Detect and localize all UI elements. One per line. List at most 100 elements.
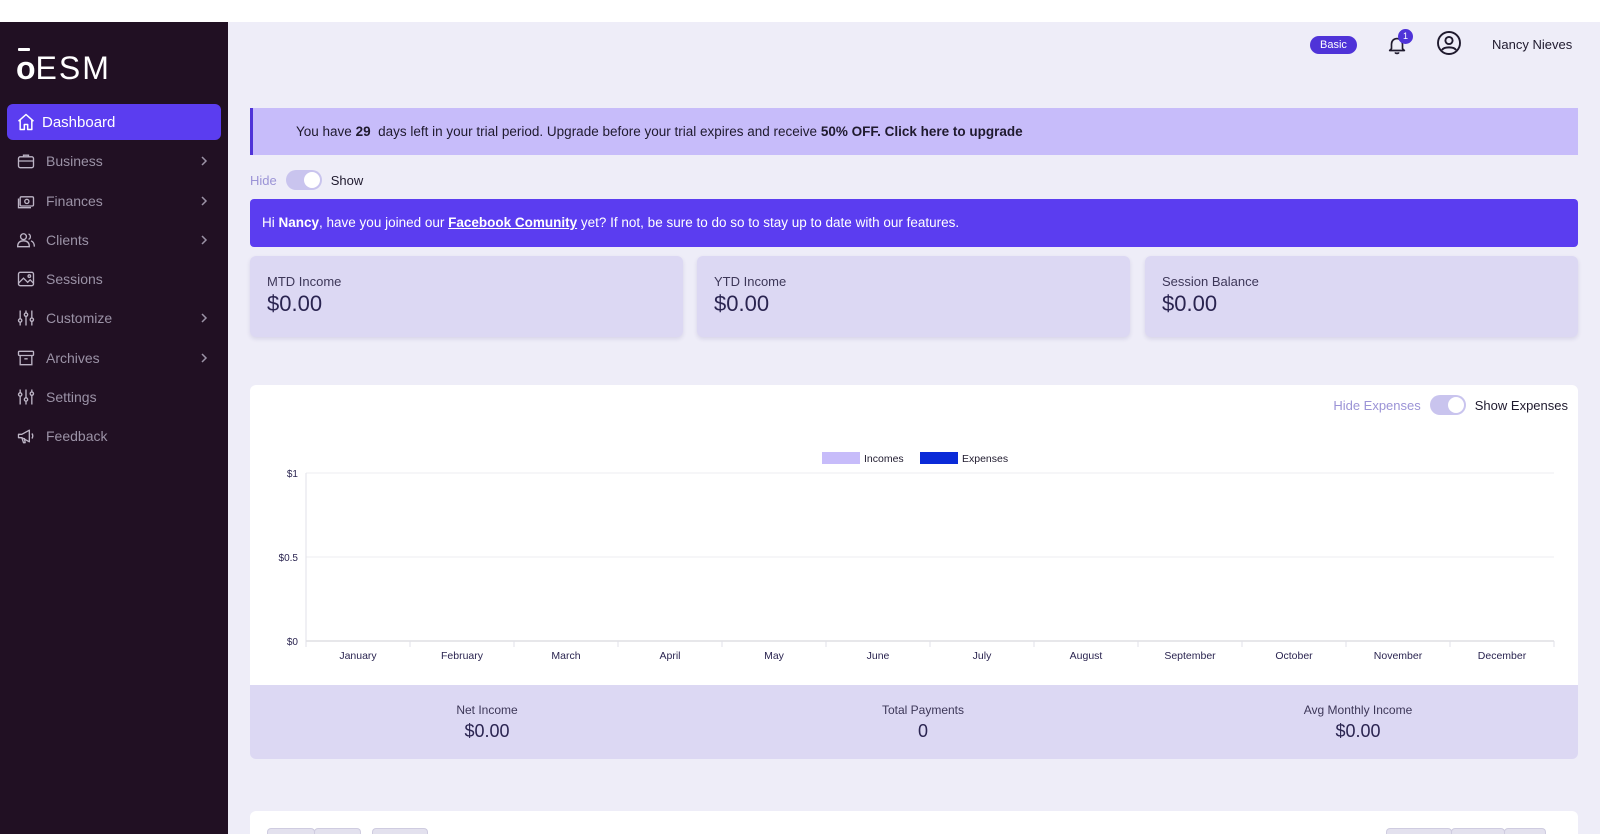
legend-label: Expenses — [962, 453, 1008, 465]
upgrade-link[interactable]: 50% OFF. Click here to upgrade — [821, 124, 1023, 139]
expenses-switch[interactable] — [1429, 395, 1466, 415]
session-balance-card: Session Balance $0.00 — [1145, 256, 1578, 337]
x-tick-label: December — [1478, 650, 1527, 662]
sidebar-item-archives[interactable]: Archives — [7, 340, 221, 376]
banner-visibility-toggle: Hide Show — [250, 170, 363, 190]
home-icon — [16, 112, 36, 132]
sidebar-item-sessions[interactable]: Sessions — [7, 261, 221, 297]
plan-badge: Basic — [1310, 36, 1357, 54]
x-tick-label: May — [764, 650, 785, 662]
sidebar-item-label: Finances — [46, 192, 103, 209]
y-tick-label: $0 — [287, 637, 299, 648]
sidebar-item-settings[interactable]: Settings — [7, 379, 221, 415]
cash-icon — [16, 191, 36, 211]
table-button[interactable] — [372, 828, 428, 834]
show-label: Show — [330, 172, 364, 188]
settings-sliders-icon — [16, 387, 36, 407]
expenses-toggle: Hide Expenses Show Expenses — [1333, 395, 1568, 415]
brand-logo[interactable]: o ESM — [16, 48, 111, 84]
chevron-right-icon — [201, 156, 208, 166]
ytd-income-card: YTD Income $0.00 — [697, 256, 1130, 337]
mtd-income-card: MTD Income $0.00 — [250, 256, 683, 337]
facebook-community-link[interactable]: Facebook Comunity — [448, 215, 577, 230]
x-tick-label: August — [1070, 650, 1103, 662]
card-title: MTD Income — [267, 274, 342, 289]
sidebar-item-label: Dashboard — [42, 113, 116, 131]
top-strip — [0, 0, 1600, 22]
y-tick-label: $1 — [287, 469, 299, 480]
card-title: YTD Income — [714, 274, 787, 289]
logo-text: ESM — [35, 50, 111, 86]
x-tick-label: September — [1164, 650, 1216, 662]
x-tick-label: October — [1275, 650, 1313, 662]
trial-days-left: 29 — [355, 124, 371, 139]
sliders-icon — [16, 308, 36, 328]
summary-value: $0.00 — [1335, 721, 1381, 741]
x-tick-label: June — [867, 650, 890, 662]
sidebar-item-label: Customize — [46, 310, 113, 327]
community-text-2: yet? If not, be sure to do so to stay up… — [577, 215, 960, 230]
table-button[interactable] — [267, 828, 315, 834]
chevron-right-icon — [201, 235, 208, 245]
x-tick-label: July — [973, 650, 992, 662]
y-tick-label: $0.5 — [279, 553, 299, 564]
trial-upgrade-banner[interactable]: You have 29 days left in your trial peri… — [250, 108, 1578, 155]
legend-label: Incomes — [864, 453, 904, 465]
card-value: $0.00 — [714, 291, 770, 316]
income-summary: Net Income $0.00 Total Payments 0 Avg Mo… — [250, 685, 1578, 759]
sidebar-item-feedback[interactable]: Feedback — [7, 418, 221, 454]
sidebar-item-label: Settings — [46, 389, 97, 406]
sidebar: o ESM Dashboard Business Finances Client… — [0, 22, 228, 834]
trial-text-middle: days left in your trial period. Upgrade … — [370, 124, 821, 139]
archive-icon — [16, 348, 36, 368]
sidebar-nav: Dashboard Business Finances Clients Sess… — [7, 104, 221, 458]
table-button[interactable] — [1504, 828, 1546, 834]
chevron-right-icon — [201, 353, 208, 363]
hide-expenses-label: Hide Expenses — [1333, 397, 1421, 413]
show-expenses-label: Show Expenses — [1474, 397, 1568, 413]
app: o ESM Dashboard Business Finances Client… — [0, 22, 1600, 834]
user-name[interactable]: Nancy Nieves — [1492, 37, 1572, 52]
greeting-name: Nancy — [278, 215, 320, 230]
briefcase-icon — [16, 151, 36, 171]
total-payments-summary: Total Payments 0 — [773, 703, 1073, 742]
sidebar-item-label: Feedback — [46, 428, 108, 445]
community-banner: Hi Nancy, have you joined our Facebook C… — [250, 199, 1578, 247]
table-button[interactable] — [1451, 828, 1505, 834]
x-tick-label: March — [551, 650, 580, 662]
image-icon — [16, 269, 36, 289]
sidebar-item-customize[interactable]: Customize — [7, 300, 221, 336]
chevron-right-icon — [201, 313, 208, 324]
summary-value: $0.00 — [464, 721, 510, 741]
table-button[interactable] — [1386, 828, 1452, 834]
sidebar-item-business[interactable]: Business — [7, 143, 221, 179]
hide-label: Hide — [250, 172, 277, 188]
sidebar-item-label: Archives — [46, 349, 100, 366]
table-button[interactable] — [314, 828, 361, 834]
card-title: Session Balance — [1162, 274, 1259, 289]
sidebar-item-label: Sessions — [46, 271, 103, 288]
summary-title: Total Payments — [881, 703, 965, 717]
megaphone-icon — [16, 426, 36, 446]
avg-monthly-income-summary: Avg Monthly Income $0.00 — [1208, 703, 1508, 742]
users-icon — [16, 230, 36, 250]
chevron-right-icon — [201, 196, 208, 206]
income-chart-panel: $0 $0.5 $1 January February March April May June… — [250, 385, 1578, 685]
table-panel — [250, 811, 1578, 834]
user-avatar-icon[interactable] — [1436, 30, 1462, 56]
sidebar-item-finances[interactable]: Finances — [7, 183, 221, 219]
visibility-switch[interactable] — [285, 170, 322, 190]
trial-text-prefix: You have — [296, 124, 356, 139]
sidebar-item-clients[interactable]: Clients — [7, 222, 221, 258]
x-tick-label: January — [339, 650, 377, 662]
logo-o: o — [16, 48, 36, 86]
net-income-summary: Net Income $0.00 — [337, 703, 637, 742]
x-tick-label: November — [1374, 650, 1423, 662]
sidebar-item-label: Business — [46, 153, 103, 170]
sidebar-item-dashboard[interactable]: Dashboard — [7, 104, 221, 140]
summary-title: Net Income — [456, 703, 518, 717]
summary-title: Avg Monthly Income — [1303, 703, 1413, 717]
notification-count-badge: 1 — [1398, 29, 1413, 44]
community-text-1: , have you joined our — [319, 215, 449, 230]
x-tick-label: February — [441, 650, 484, 662]
